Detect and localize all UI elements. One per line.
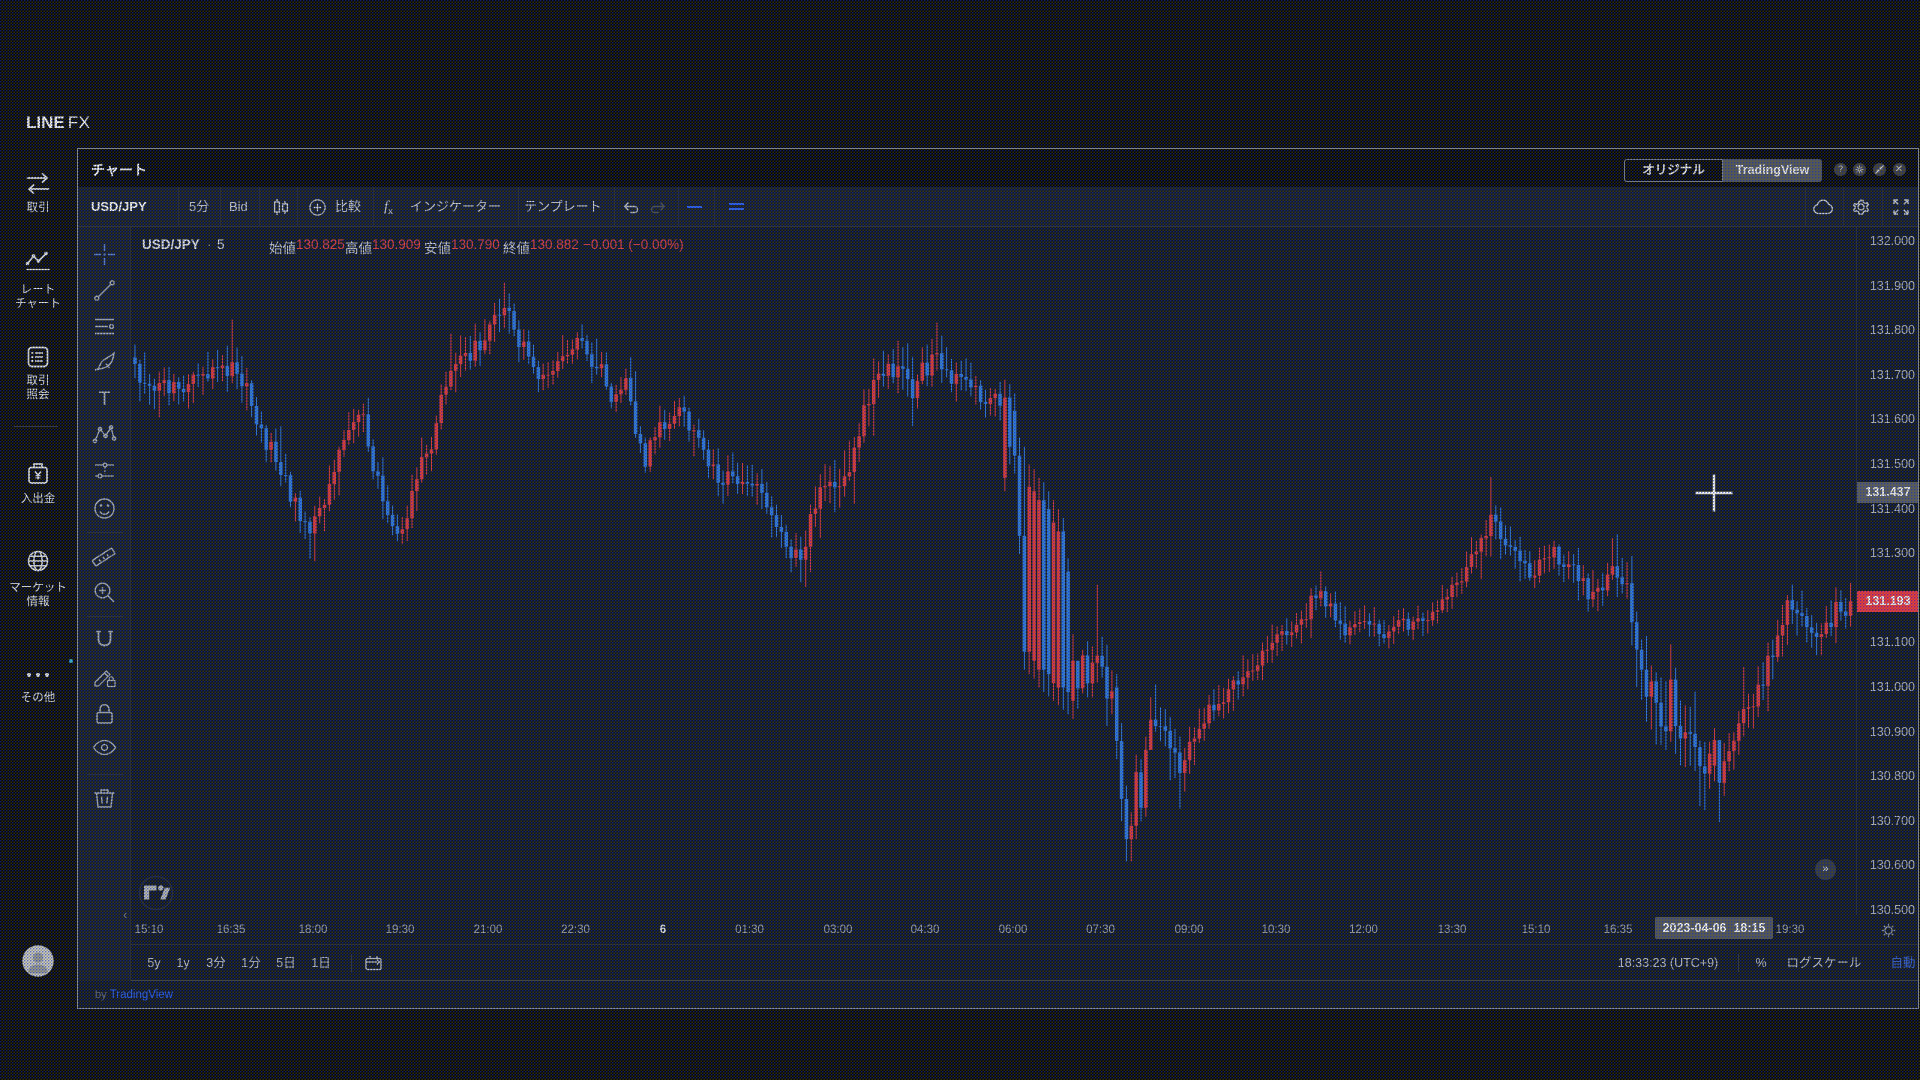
svg-text:T: T [99,389,111,410]
